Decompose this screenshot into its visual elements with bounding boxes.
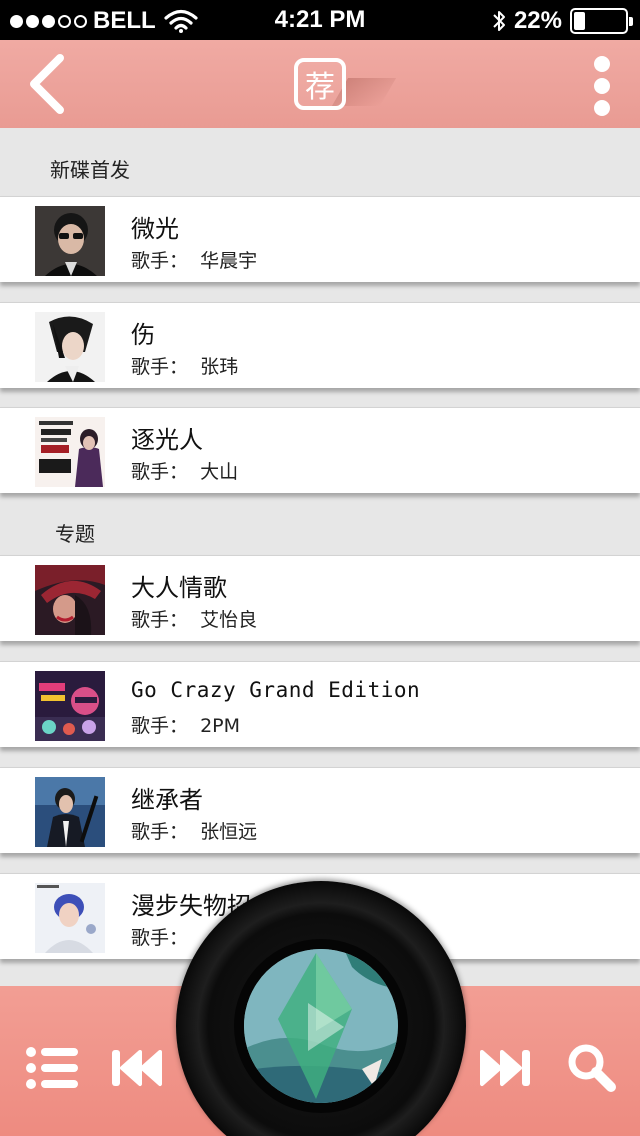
album-cover (35, 417, 105, 487)
album-cover (35, 777, 105, 847)
song-artist: 歌手： 大山 (131, 461, 239, 483)
song-artist: 歌手： 张玮 (131, 356, 239, 378)
song-title: Go Crazy Grand Edition (131, 678, 421, 702)
song-artist: 歌手： 华晨宇 (131, 250, 258, 272)
song-title: 伤 (131, 321, 155, 349)
search-icon[interactable] (566, 1042, 616, 1092)
back-icon[interactable] (26, 54, 70, 114)
battery-icon (570, 8, 633, 34)
list-item[interactable]: 微光 歌手： 华晨宇 (0, 196, 640, 282)
list-item[interactable]: Go Crazy Grand Edition 歌手： 2PM (0, 661, 640, 747)
next-icon[interactable] (480, 1048, 530, 1088)
list-item[interactable]: 伤 歌手： 张玮 (0, 302, 640, 388)
list-item[interactable]: 继承者 歌手： 张恒远 (0, 767, 640, 853)
song-artist: 歌手： 2PM (131, 715, 241, 737)
list-item[interactable]: 大人情歌 歌手： 艾怡良 (0, 555, 640, 641)
section-title-new-albums: 新碟首发 (50, 158, 130, 182)
album-cover (35, 565, 105, 635)
song-title: 微光 (131, 215, 179, 243)
album-cover (35, 312, 105, 382)
song-title: 逐光人 (131, 426, 203, 454)
song-artist: 歌手： 张恒远 (131, 821, 258, 843)
album-cover (35, 206, 105, 276)
app-logo: 荐 (294, 58, 346, 110)
status-bar: BELL 4:21 PM 22% (0, 0, 640, 40)
song-title: 继承者 (131, 786, 203, 814)
more-icon[interactable] (590, 56, 614, 116)
list-item[interactable]: 逐光人 歌手： 大山 (0, 407, 640, 493)
song-artist: 歌手： (131, 927, 189, 949)
bluetooth-icon (493, 11, 505, 31)
previous-icon[interactable] (112, 1048, 162, 1088)
song-title: 大人情歌 (131, 574, 227, 602)
now-playing-cover (244, 949, 398, 1103)
album-cover (35, 883, 105, 953)
battery-percent: 22% (513, 7, 562, 34)
playlist-icon[interactable] (26, 1046, 78, 1090)
header-bar: 荐 (0, 40, 640, 128)
song-artist: 歌手： 艾怡良 (131, 609, 258, 631)
section-title-topics: 专题 (55, 522, 95, 546)
album-cover (35, 671, 105, 741)
